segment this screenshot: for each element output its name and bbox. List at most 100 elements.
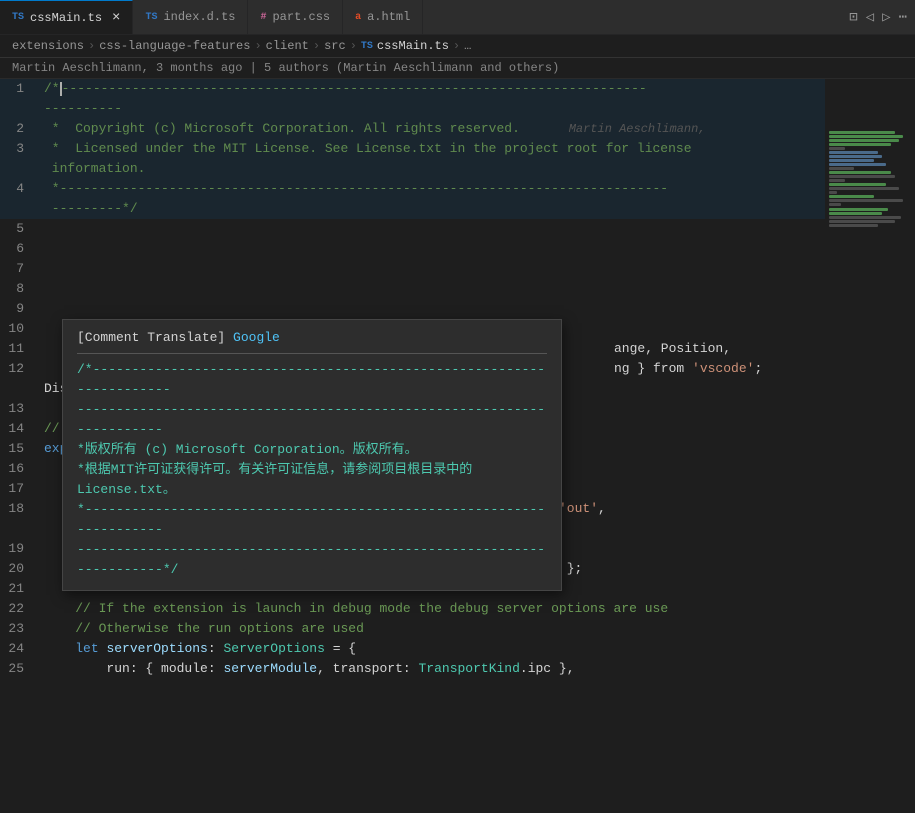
line-content: let serverOptions: ServerOptions = { — [40, 639, 825, 659]
popup-line-6: *---------------------------------------… — [77, 500, 547, 540]
table-row: 1 /*------------------------------------… — [0, 79, 825, 99]
breadcrumb-more[interactable]: … — [464, 39, 471, 53]
popup-line-5: License.txt。 — [77, 480, 547, 500]
breadcrumb-css-lang[interactable]: css-language-features — [99, 39, 250, 53]
minimap-line — [829, 191, 837, 194]
breadcrumb-file[interactable]: cssMain.ts — [377, 39, 449, 53]
minimap-line — [829, 143, 891, 146]
blame-text: Martin Aeschlimann, 3 months ago | 5 aut… — [12, 61, 559, 75]
line-content: information. — [40, 159, 825, 179]
popup-line-3: *版权所有 (c) Microsoft Corporation。版权所有。 — [77, 440, 547, 460]
tab-partCss[interactable]: # part.css — [248, 0, 343, 34]
token: // If the extension is launch in debug m… — [75, 601, 668, 616]
popup-header-text: [Comment Translate] — [77, 330, 225, 345]
breadcrumb-sep-3: › — [313, 39, 320, 53]
token: information. — [44, 161, 145, 176]
popup-header: [Comment Translate] Google — [77, 330, 547, 345]
line-content: * Copyright (c) Microsoft Corporation. A… — [40, 119, 825, 139]
token — [44, 601, 75, 616]
line-number: 16 — [0, 459, 40, 479]
split-editor-icon[interactable]: ⊡ — [849, 9, 857, 26]
line-number: 15 — [0, 439, 40, 459]
minimap-line — [829, 183, 886, 186]
token: run: { module: — [44, 661, 223, 676]
table-row: 4 *-------------------------------------… — [0, 179, 825, 199]
line-number: 9 — [0, 299, 40, 319]
code-editor[interactable]: 1 /*------------------------------------… — [0, 79, 825, 813]
breadcrumb-sep-5: › — [453, 39, 460, 53]
minimap-line — [829, 151, 878, 154]
token: * Copyright (c) Microsoft Corporation. A… — [44, 121, 520, 136]
popup-line-1: /*--------------------------------------… — [77, 360, 547, 400]
table-row: ---------*/ — [0, 199, 825, 219]
tab-close-cssMain[interactable]: × — [112, 10, 120, 26]
breadcrumb-src[interactable]: src — [324, 39, 346, 53]
line-number: 25 — [0, 659, 40, 679]
minimap-line — [829, 163, 886, 166]
tab-label: cssMain.ts — [30, 11, 102, 25]
css-icon: # — [260, 12, 266, 23]
tab-indexD[interactable]: TS index.d.ts — [133, 0, 248, 34]
line-number: 22 — [0, 599, 40, 619]
line-content: ---------- — [40, 99, 825, 119]
table-row: 7 — [0, 259, 825, 279]
popup-content: /*--------------------------------------… — [77, 360, 547, 580]
nav-back-icon[interactable]: ◁ — [866, 9, 874, 26]
breadcrumb-sep-2: › — [254, 39, 261, 53]
line-number: 13 — [0, 399, 40, 419]
line-number: 11 — [0, 339, 40, 359]
token: .ipc }, — [520, 661, 575, 676]
minimap-line — [829, 220, 895, 223]
line-content: /*--------------------------------------… — [40, 79, 825, 99]
token: , transport: — [317, 661, 418, 676]
popup-divider — [77, 353, 547, 354]
line-number: 14 — [0, 419, 40, 439]
more-actions-icon[interactable]: ⋯ — [899, 9, 907, 26]
breadcrumb: extensions › css-language-features › cli… — [0, 35, 915, 58]
tab-label-3: part.css — [272, 10, 330, 24]
line-number — [0, 379, 40, 399]
line-number: 8 — [0, 279, 40, 299]
token: = { — [325, 641, 356, 656]
minimap-line — [829, 135, 903, 138]
minimap-line — [829, 199, 903, 202]
token: : — [208, 641, 224, 656]
line-content: * Licensed under the MIT License. See Li… — [40, 139, 825, 159]
line-number: 24 — [0, 639, 40, 659]
popup-line-2: ----------------------------------------… — [77, 400, 547, 440]
breadcrumb-sep-4: › — [350, 39, 357, 53]
line-content: run: { module: serverModule, transport: … — [40, 659, 825, 679]
tab-aHtml[interactable]: a a.html — [343, 0, 423, 34]
translate-popup: [Comment Translate] Google /*-----------… — [62, 319, 562, 591]
tab-cssMain[interactable]: TS cssMain.ts × — [0, 0, 133, 34]
minimap-line — [829, 175, 895, 178]
main-area: TS cssMain.ts × TS index.d.ts # part.css… — [0, 0, 915, 813]
tab-label-2: index.d.ts — [163, 10, 235, 24]
breadcrumb-ts-icon: TS — [361, 41, 373, 52]
html-icon: a — [355, 12, 361, 23]
table-row: 22 // If the extension is launch in debu… — [0, 599, 825, 619]
minimap-line — [829, 171, 891, 174]
table-row: 23 // Otherwise the run options are used — [0, 619, 825, 639]
line-number: 7 — [0, 259, 40, 279]
minimap-line — [829, 131, 895, 134]
popup-google-link[interactable]: Google — [233, 330, 280, 345]
line-number: 12 — [0, 359, 40, 379]
breadcrumb-client[interactable]: client — [266, 39, 309, 53]
table-row: information. — [0, 159, 825, 179]
line-number: 10 — [0, 319, 40, 339]
nav-forward-icon[interactable]: ▷ — [882, 9, 890, 26]
line-number: 2 — [0, 119, 40, 139]
minimap-lines — [825, 79, 915, 227]
line-number: 3 — [0, 139, 40, 159]
token: /*--------------------------------------… — [44, 81, 647, 96]
line-number: 19 — [0, 539, 40, 559]
token: * Licensed under the MIT License. See Li… — [44, 141, 692, 156]
line-content: // If the extension is launch in debug m… — [40, 599, 825, 619]
token: TransportKind — [418, 661, 519, 676]
breadcrumb-extensions[interactable]: extensions — [12, 39, 84, 53]
token: serverModule — [223, 661, 317, 676]
editor-wrapper: 1 /*------------------------------------… — [0, 79, 915, 813]
minimap-line — [829, 187, 899, 190]
line-number — [0, 519, 40, 539]
